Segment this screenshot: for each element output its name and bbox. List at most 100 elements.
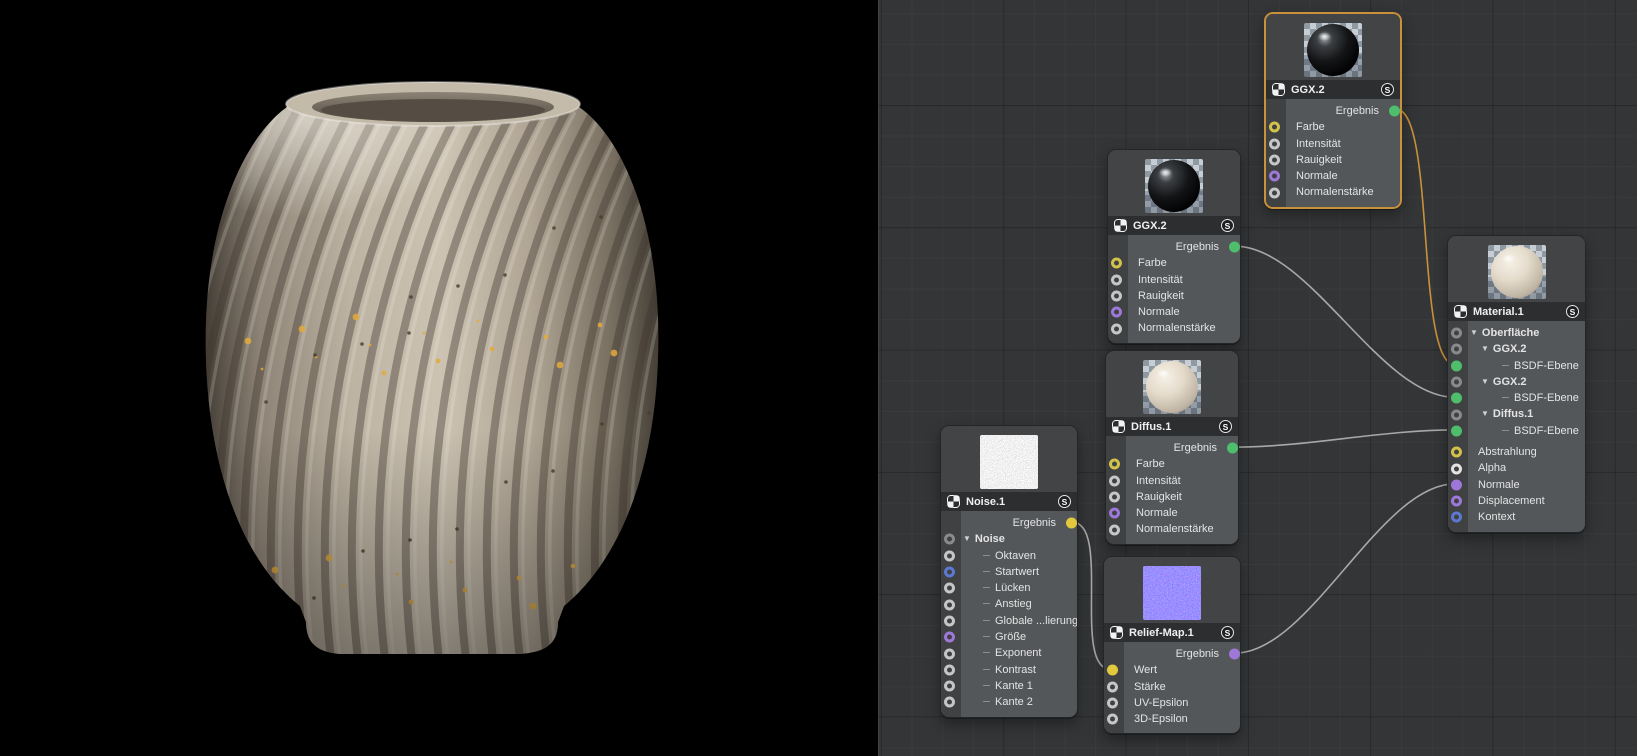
port-in-abstrahlung[interactable]	[1451, 447, 1462, 458]
collapse-triangle-icon[interactable]: ▼	[1470, 325, 1478, 341]
port-in-bsdf-ebene[interactable]	[1451, 425, 1462, 436]
port-in-rauigkeit[interactable]	[1269, 155, 1280, 166]
node-header[interactable]: GGX.2S	[1266, 80, 1400, 99]
port-in-bsdf-ebene[interactable]	[1451, 360, 1462, 371]
param-row-anstieg: Anstieg	[941, 596, 1077, 612]
port-in-normalenst-rke[interactable]	[1109, 524, 1120, 535]
port-in-intensit-t[interactable]	[1111, 274, 1122, 285]
param-row-farbe: Farbe	[1106, 456, 1238, 472]
port-in-intensit-t[interactable]	[1109, 475, 1120, 486]
solo-badge[interactable]: S	[1566, 305, 1579, 318]
port-in-kontrast[interactable]	[944, 664, 955, 675]
node-editor[interactable]: GGX.2SErgebnisFarbeIntensitätRauigkeitNo…	[878, 0, 1637, 756]
port-in-normalenst-rke[interactable]	[1269, 187, 1280, 198]
param-row-intensit-t: Intensität	[1266, 136, 1400, 152]
port-in-intensit-t[interactable]	[1269, 138, 1280, 149]
param-label: BSDF-Ebene	[1514, 390, 1579, 406]
param-row-uv-epsilon: UV-Epsilon	[1104, 695, 1240, 711]
port-in-wert[interactable]	[1107, 665, 1118, 676]
solo-badge[interactable]: S	[1221, 626, 1234, 639]
port-in-normale[interactable]	[1451, 479, 1462, 490]
port-in-oberfl-che[interactable]	[1451, 328, 1462, 339]
node-header[interactable]: GGX.2S	[1108, 216, 1240, 235]
param-row-normale: Normale	[1448, 477, 1585, 493]
port-in-farbe[interactable]	[1111, 258, 1122, 269]
param-row-kontext: Kontext	[1448, 509, 1585, 525]
node-body: ErgebnisFarbeIntensitätRauigkeitNormaleN…	[1108, 235, 1240, 343]
node-noise-1-3[interactable]: Noise.1SErgebnis▼NoiseOktavenStartwertLü…	[940, 425, 1078, 718]
port-in-normale[interactable]	[1269, 171, 1280, 182]
node-title: Diffus.1	[1131, 421, 1213, 433]
port-in-noise[interactable]	[944, 534, 955, 545]
port-in-oktaven[interactable]	[944, 550, 955, 561]
port-in-globale-lierung[interactable]	[944, 615, 955, 626]
port-in-uv-epsilon[interactable]	[1107, 698, 1118, 709]
port-out-ergebnis[interactable]	[1229, 649, 1240, 660]
node-ggx-2-1[interactable]: GGX.2SErgebnisFarbeIntensitätRauigkeitNo…	[1107, 149, 1241, 344]
port-in-bsdf-ebene[interactable]	[1451, 393, 1462, 404]
port-in-kante-1[interactable]	[944, 681, 955, 692]
render-viewport	[0, 0, 878, 756]
param-row-normale: Normale	[1106, 505, 1238, 521]
node-ggx-2-0[interactable]: GGX.2SErgebnisFarbeIntensitätRauigkeitNo…	[1264, 12, 1402, 209]
port-in-normale[interactable]	[1109, 508, 1120, 519]
param-label: Normalenstärke	[1296, 184, 1374, 200]
port-in-normale[interactable]	[1111, 307, 1122, 318]
tree-tick	[983, 620, 990, 621]
param-label: Startwert	[995, 564, 1039, 580]
node-type-icon	[1112, 420, 1125, 433]
collapse-triangle-icon[interactable]: ▼	[1481, 374, 1489, 390]
param-label: Noise	[975, 531, 1005, 547]
port-in-kontext[interactable]	[1451, 512, 1462, 523]
port-out-ergebnis[interactable]	[1227, 443, 1238, 454]
port-in-l-cken[interactable]	[944, 583, 955, 594]
port-in-rauigkeit[interactable]	[1111, 291, 1122, 302]
param-label: Intensität	[1296, 136, 1341, 152]
port-in-3d-epsilon[interactable]	[1107, 714, 1118, 725]
port-in-exponent[interactable]	[944, 648, 955, 659]
param-row-wert: Wert	[1104, 662, 1240, 678]
node-header[interactable]: Noise.1S	[941, 492, 1077, 511]
param-row-intensit-t: Intensität	[1106, 473, 1238, 489]
param-label: Rauigkeit	[1138, 288, 1184, 304]
param-row-bsdf-ebene: BSDF-Ebene	[1448, 390, 1585, 406]
port-in-startwert[interactable]	[944, 567, 955, 578]
solo-badge[interactable]: S	[1381, 83, 1394, 96]
port-in-farbe[interactable]	[1109, 459, 1120, 470]
preview-thumbnail-sphere-dark	[1145, 159, 1203, 213]
preview-thumbnail-sphere-cream	[1488, 245, 1546, 299]
port-in-ggx-2[interactable]	[1451, 344, 1462, 355]
app-window: GGX.2SErgebnisFarbeIntensitätRauigkeitNo…	[0, 0, 1637, 756]
node-type-icon	[1272, 83, 1285, 96]
port-in-rauigkeit[interactable]	[1109, 492, 1120, 503]
solo-badge[interactable]: S	[1058, 495, 1071, 508]
collapse-triangle-icon[interactable]: ▼	[1481, 341, 1489, 357]
port-out-ergebnis[interactable]	[1066, 518, 1077, 529]
node-header[interactable]: Diffus.1 S	[1106, 417, 1238, 436]
param-row-startwert: Startwert	[941, 564, 1077, 580]
port-in-gr-e[interactable]	[944, 632, 955, 643]
port-in-displacement[interactable]	[1451, 496, 1462, 507]
node-type-icon	[1110, 626, 1123, 639]
port-in-normalenst-rke[interactable]	[1111, 323, 1122, 334]
collapse-triangle-icon[interactable]: ▼	[1481, 406, 1489, 422]
param-label: Lücken	[995, 580, 1030, 596]
port-in-anstieg[interactable]	[944, 599, 955, 610]
port-in-ggx-2[interactable]	[1451, 377, 1462, 388]
port-in-farbe[interactable]	[1269, 122, 1280, 133]
port-in-alpha[interactable]	[1451, 463, 1462, 474]
port-out-ergebnis[interactable]	[1389, 106, 1400, 117]
solo-badge[interactable]: S	[1219, 420, 1232, 433]
collapse-triangle-icon[interactable]: ▼	[963, 531, 971, 547]
port-in-diffus-1[interactable]	[1451, 409, 1462, 420]
node-material-1-5[interactable]: Material.1S▼Oberfläche▼GGX.2BSDF-Ebene▼G…	[1447, 235, 1586, 533]
node-relief-map-1-4[interactable]: Relief-Map.1SErgebnisWertStärkeUV-Epsilo…	[1103, 556, 1241, 734]
port-in-st-rke[interactable]	[1107, 681, 1118, 692]
port-in-kante-2[interactable]	[944, 697, 955, 708]
node-header[interactable]: Relief-Map.1S	[1104, 623, 1240, 642]
solo-badge[interactable]: S	[1221, 219, 1234, 232]
param-label: BSDF-Ebene	[1514, 358, 1579, 374]
port-out-ergebnis[interactable]	[1229, 242, 1240, 253]
node-diffus-1-2[interactable]: Diffus.1SErgebnisFarbeIntensitätRauigkei…	[1105, 350, 1239, 545]
node-header[interactable]: Material.1S	[1448, 302, 1585, 321]
